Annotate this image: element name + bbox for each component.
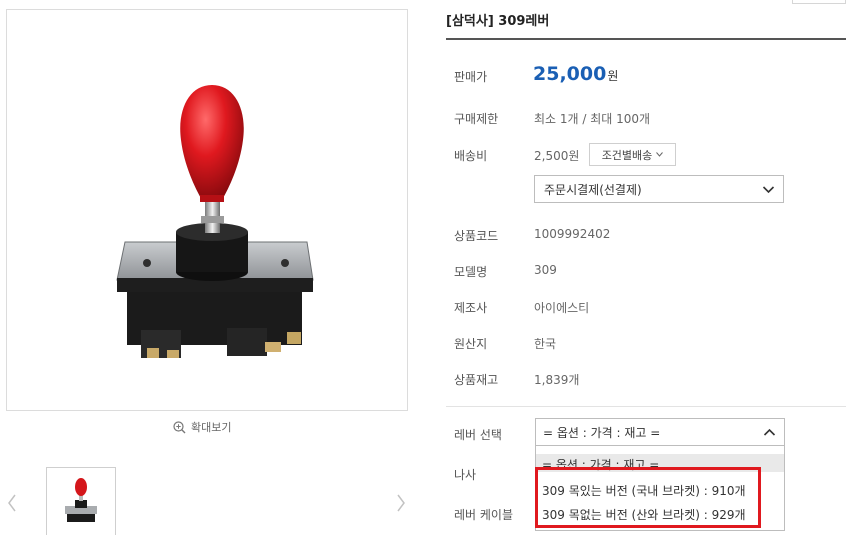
product-title: [삼덕사] 309레버 [446,14,550,29]
chevron-up-icon [763,428,776,436]
screw-option-label: 나사 [454,468,477,482]
chevron-right-icon [397,494,405,512]
stock-label: 상품재고 [454,373,499,387]
payment-method-value: 주문시결제(선결제) [544,182,642,197]
thumbnail-prev-button[interactable] [5,493,19,513]
cable-option-label: 레버 케이블 [454,508,514,522]
thumbnail-image [65,478,97,522]
product-main-image[interactable] [6,9,408,411]
price-unit: 원 [607,69,619,83]
zoom-in-icon [173,420,186,433]
model-value: 309 [534,263,557,277]
product-code-label: 상품코드 [454,229,499,243]
origin-value: 한국 [534,337,557,351]
payment-method-select[interactable]: 주문시결제(선결제) [534,175,784,203]
chevron-down-icon [656,152,664,157]
purchase-limit-value: 최소 1개 / 최대 100개 [534,112,651,126]
product-code-value: 1009992402 [534,227,611,241]
shipping-condition-button[interactable]: 조건별배송 [589,143,676,166]
stock-value: 1,839개 [534,373,580,387]
model-label: 모델명 [454,265,488,279]
shipping-condition-label: 조건별배송 [601,148,653,162]
lever-option-select[interactable]: = 옵션 : 가격 : 재고 = [535,418,785,446]
shipping-value: 2,500원 [534,149,580,163]
lever-option-value: = 옵션 : 가격 : 재고 = [543,425,661,440]
chevron-down-icon [762,186,775,194]
price-label: 판매가 [454,70,488,84]
section-divider [446,406,846,407]
manufacturer-value: 아이에스티 [534,301,590,315]
zoom-button[interactable]: 확대보기 [173,419,231,435]
thumbnail-next-button[interactable] [394,493,408,513]
lever-option-label: 레버 선택 [454,428,502,442]
shipping-label: 배송비 [454,149,488,163]
origin-label: 원산지 [454,337,488,351]
joystick-image [116,85,314,358]
thumbnail-item[interactable] [46,467,116,535]
chevron-left-icon [8,494,16,512]
title-divider [446,38,846,40]
zoom-label: 확대보기 [191,421,232,434]
highlight-annotation-box [535,467,761,528]
price-number: 25,000 [533,63,607,85]
purchase-limit-label: 구매제한 [454,112,499,126]
manufacturer-label: 제조사 [454,301,488,315]
price-value: 25,000 원 [533,63,618,85]
top-corner-button[interactable] [792,0,846,4]
